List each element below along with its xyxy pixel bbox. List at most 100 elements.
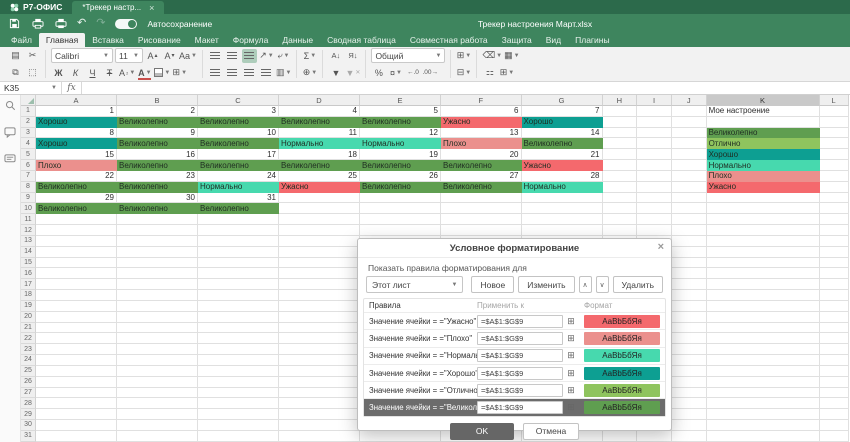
cell-I12[interactable] <box>637 225 672 236</box>
cell-H7[interactable] <box>603 171 638 182</box>
cell-B6[interactable]: Великолепно <box>117 160 198 171</box>
cell-A8[interactable]: Великолепно <box>36 182 117 193</box>
cell-K21[interactable] <box>707 323 820 334</box>
row-header-29[interactable]: 29 <box>21 409 36 420</box>
cell-H5[interactable] <box>603 149 638 160</box>
clear-button[interactable]: ⌫▼ <box>482 49 502 63</box>
rule-range-input[interactable]: =$A$1:$G$9 <box>477 315 563 328</box>
row-header-8[interactable]: 8 <box>21 182 36 193</box>
cell-I2[interactable] <box>637 117 672 128</box>
cell-B26[interactable] <box>117 377 198 388</box>
cell-E12[interactable] <box>360 225 441 236</box>
select-range-icon[interactable]: ⊞ <box>565 350 577 361</box>
cell-F1[interactable]: 6 <box>441 106 522 117</box>
rule-row-2[interactable]: Значение ячейки = ="Плохо"=$A$1:$G$9⊞АаВ… <box>364 329 665 346</box>
menu-tab-Совместная работа[interactable]: Совместная работа <box>403 33 495 47</box>
select-range-icon[interactable]: ⊞ <box>565 316 577 327</box>
cell-A31[interactable] <box>36 431 117 442</box>
cell-F7[interactable]: 27 <box>441 171 522 182</box>
cell-J17[interactable] <box>672 279 707 290</box>
row-header-9[interactable]: 9 <box>21 193 36 204</box>
chat-icon[interactable] <box>4 154 16 165</box>
format-painter-button[interactable]: ⚏ <box>482 66 497 80</box>
autosave-toggle[interactable] <box>115 19 137 29</box>
cell-D7[interactable]: 25 <box>279 171 360 182</box>
rule-row-1[interactable]: Значение ячейки = ="Ужасно"=$A$1:$G$9⊞Аа… <box>364 312 665 329</box>
ok-button[interactable]: OK <box>450 423 514 440</box>
close-tab-icon[interactable]: × <box>149 3 154 13</box>
cell-K25[interactable] <box>707 366 820 377</box>
cell-J21[interactable] <box>672 323 707 334</box>
name-box[interactable]: K35 ▼ <box>0 82 62 94</box>
row-header-10[interactable]: 10 <box>21 203 36 214</box>
cell-J30[interactable] <box>672 420 707 431</box>
search-icon[interactable] <box>5 100 16 111</box>
cell-B24[interactable] <box>117 355 198 366</box>
cell-I11[interactable] <box>637 214 672 225</box>
cell-D24[interactable] <box>279 355 360 366</box>
cell-L3[interactable] <box>820 128 849 139</box>
cell-J2[interactable] <box>672 117 707 128</box>
quick-print-button[interactable] <box>54 17 67 30</box>
cell-I10[interactable] <box>637 203 672 214</box>
cell-J9[interactable] <box>672 193 707 204</box>
align-middle-button[interactable] <box>225 49 240 63</box>
cell-D10[interactable] <box>279 203 360 214</box>
cell-C10[interactable]: Великолепно <box>198 203 279 214</box>
cell-C6[interactable]: Великолепно <box>198 160 279 171</box>
autosum-button[interactable]: Σ▼ <box>302 49 317 63</box>
cell-G6[interactable]: Ужасно <box>522 160 603 171</box>
cell-J12[interactable] <box>672 225 707 236</box>
cell-B1[interactable]: 2 <box>117 106 198 117</box>
app-logo[interactable]: Р7-ОФИС <box>0 0 72 14</box>
cell-B2[interactable]: Великолепно <box>117 117 198 128</box>
cell-J3[interactable] <box>672 128 707 139</box>
cell-A29[interactable] <box>36 409 117 420</box>
align-justify-button[interactable] <box>259 66 274 80</box>
cell-J13[interactable] <box>672 236 707 247</box>
copy-style-button[interactable]: ⬚ <box>25 66 40 80</box>
cell-J16[interactable] <box>672 268 707 279</box>
menu-tab-Данные[interactable]: Данные <box>275 33 320 47</box>
cell-C9[interactable]: 31 <box>198 193 279 204</box>
row-header-5[interactable]: 5 <box>21 149 36 160</box>
menu-tab-Сводная таблица[interactable]: Сводная таблица <box>320 33 403 47</box>
align-top-button[interactable] <box>208 49 223 63</box>
cell-L31[interactable] <box>820 431 849 442</box>
cell-A4[interactable]: Хорошо <box>36 138 117 149</box>
cell-B10[interactable]: Великолепно <box>117 203 198 214</box>
cell-J24[interactable] <box>672 355 707 366</box>
font-name-select[interactable]: Calibri▼ <box>51 48 113 63</box>
cell-J28[interactable] <box>672 398 707 409</box>
named-ranges-button[interactable]: ⊕▼ <box>302 66 317 80</box>
cell-H6[interactable] <box>603 160 638 171</box>
cell-G7[interactable]: 28 <box>522 171 603 182</box>
rule-row-5[interactable]: Значение ячейки = ="Отлично"=$A$1:$G$9⊞А… <box>364 381 665 398</box>
row-header-3[interactable]: 3 <box>21 128 36 139</box>
cell-L4[interactable] <box>820 138 849 149</box>
cell-K7[interactable]: Плохо <box>707 171 820 182</box>
cell-K27[interactable] <box>707 388 820 399</box>
cell-I9[interactable] <box>637 193 672 204</box>
align-right-button[interactable] <box>242 66 257 80</box>
clear-filter-button[interactable]: ▼✕ <box>345 66 360 80</box>
cell-F8[interactable]: Великолепно <box>441 182 522 193</box>
cell-D22[interactable] <box>279 333 360 344</box>
cell-H2[interactable] <box>603 117 638 128</box>
cell-D5[interactable]: 18 <box>279 149 360 160</box>
cell-L12[interactable] <box>820 225 849 236</box>
cell-K23[interactable] <box>707 344 820 355</box>
cell-K20[interactable] <box>707 312 820 323</box>
column-header-A[interactable]: A <box>36 95 117 106</box>
cell-I6[interactable] <box>637 160 672 171</box>
cell-J31[interactable] <box>672 431 707 442</box>
row-header-1[interactable]: 1 <box>21 106 36 117</box>
cell-D9[interactable] <box>279 193 360 204</box>
cell-E7[interactable]: 26 <box>360 171 441 182</box>
cell-D2[interactable]: Великолепно <box>279 117 360 128</box>
cell-B9[interactable]: 30 <box>117 193 198 204</box>
cell-K6[interactable]: Нормально <box>707 160 820 171</box>
cell-K31[interactable] <box>707 431 820 442</box>
column-header-G[interactable]: G <box>522 95 603 106</box>
underline-button[interactable]: Ч <box>85 66 100 80</box>
